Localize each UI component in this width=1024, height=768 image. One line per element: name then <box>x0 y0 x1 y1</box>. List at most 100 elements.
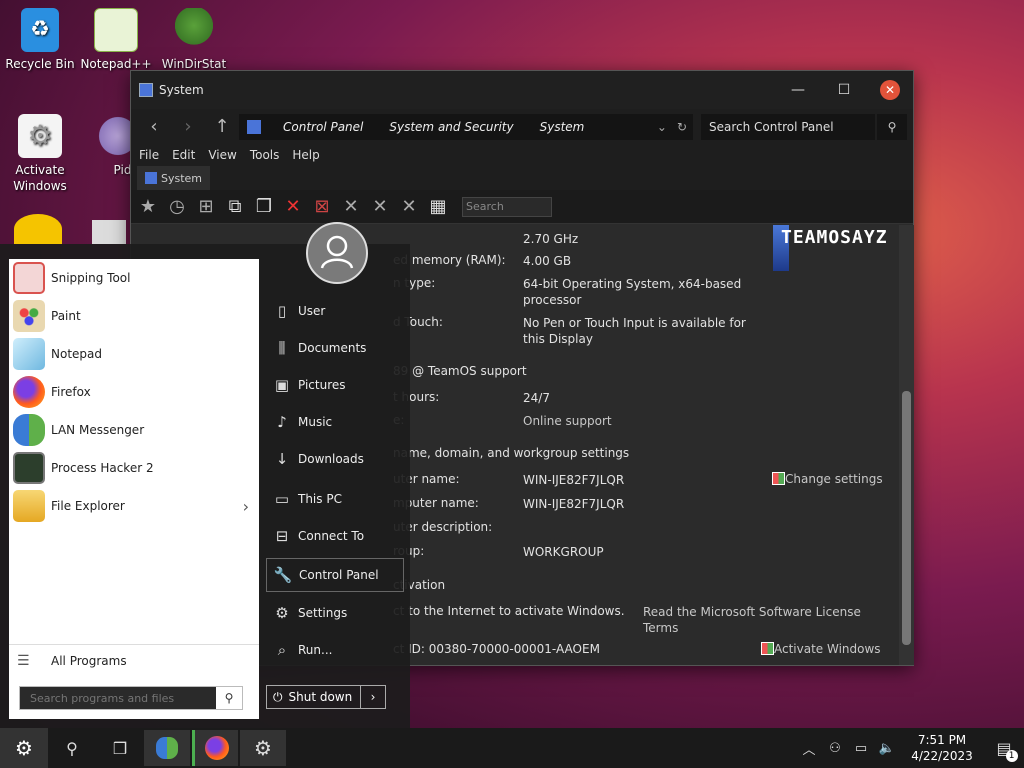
notifications-button[interactable]: ▤ 1 <box>984 728 1024 768</box>
chevron-right-icon[interactable]: › <box>243 497 249 516</box>
forward-button[interactable]: › <box>171 112 205 142</box>
ram-value: 4.00 GB <box>523 254 572 268</box>
search-button[interactable]: ⚲ <box>48 728 96 768</box>
shutdown-options-button[interactable]: › <box>361 690 385 704</box>
full-computer-name-value: WIN-IJE82F7JLQR <box>523 497 625 511</box>
tray-lan-messenger-icon[interactable]: ⚇ <box>822 728 848 768</box>
firefox-icon <box>204 736 229 760</box>
activate-windows-link[interactable]: Activate Windows <box>761 642 881 656</box>
close-right-icon[interactable]: ✕ <box>396 194 422 220</box>
change-settings-link[interactable]: Change settings <box>772 472 883 486</box>
chevron-down-icon[interactable]: ⌄ <box>657 120 667 134</box>
firefox-icon <box>13 376 45 408</box>
program-notepad[interactable]: Notepad <box>9 335 259 373</box>
breadcrumb-system-security[interactable]: System and Security <box>389 120 513 134</box>
program-firefox[interactable]: Firefox <box>9 373 259 411</box>
search-control-panel-input[interactable]: Search Control Panel <box>701 113 875 140</box>
user-avatar[interactable] <box>306 222 368 284</box>
menu-edit[interactable]: Edit <box>172 148 195 162</box>
windows-flag-icon[interactable]: ⊞ <box>193 194 219 220</box>
all-programs-button[interactable]: ☰ All Programs <box>9 644 259 676</box>
library-icon: ⫼ <box>278 339 286 357</box>
close-left-icon[interactable]: ✕ <box>367 194 393 220</box>
start-item-pictures[interactable]: ▣ Pictures <box>266 368 404 402</box>
program-paint[interactable]: Paint <box>9 297 259 335</box>
task-view-button[interactable]: ❒ <box>96 728 144 768</box>
desktop-icon-partial[interactable] <box>14 214 62 244</box>
breadcrumb-system[interactable]: System <box>540 120 585 134</box>
online-support-link[interactable]: Online support <box>523 413 763 429</box>
taskbar-app-firefox[interactable] <box>192 730 238 766</box>
program-file-explorer[interactable]: File Explorer › <box>9 487 259 525</box>
program-search-input[interactable] <box>20 687 216 709</box>
menu-tools[interactable]: Tools <box>250 148 280 162</box>
start-item-control-panel[interactable]: 🔧 Control Panel <box>266 558 404 592</box>
maximize-button[interactable]: ☐ <box>821 71 867 109</box>
desktop-icon-recycle-bin[interactable]: ♻ Recycle Bin <box>0 8 80 72</box>
tab-system[interactable]: System <box>137 166 211 190</box>
close-button[interactable]: ✕ <box>867 71 913 109</box>
breadcrumb[interactable]: Control Panel System and Security System… <box>239 113 693 140</box>
program-lan-messenger[interactable]: LAN Messenger <box>9 411 259 449</box>
start-programs-pane: Snipping Tool Paint Notepad Firefox LAN … <box>9 259 259 719</box>
user-document-icon: ▯ <box>277 302 287 320</box>
title-bar[interactable]: System — ☐ ✕ <box>131 71 913 109</box>
desktop-icon-windirstat[interactable]: WinDirStat <box>154 8 234 72</box>
breadcrumb-icon <box>247 119 261 134</box>
program-snipping-tool[interactable]: Snipping Tool <box>9 259 259 297</box>
taskbar-app-lan-messenger[interactable] <box>144 730 190 766</box>
start-item-settings[interactable]: ⚙ Settings <box>266 596 404 630</box>
close-tab-icon[interactable]: ✕ <box>280 194 306 220</box>
desktop-icon-notepadpp[interactable]: Notepad++ <box>76 8 156 72</box>
desktop-icon-partial-2[interactable] <box>92 220 126 244</box>
toolbar-search-input[interactable]: Search <box>462 196 552 217</box>
scrollbar-thumb[interactable] <box>902 391 911 645</box>
window-title: System <box>159 83 204 97</box>
shutdown-button[interactable]: ⏻ Shut down <box>267 686 361 708</box>
support-hours-value: 24/7 <box>523 391 550 405</box>
refresh-icon[interactable]: ↻ <box>677 120 687 134</box>
minimize-button[interactable]: — <box>775 71 821 109</box>
process-hacker-icon <box>13 452 45 484</box>
close-others-icon[interactable]: ✕ <box>338 194 364 220</box>
menu-help[interactable]: Help <box>292 148 319 162</box>
start-item-connect-to[interactable]: ⊟ Connect To <box>266 519 404 553</box>
network-tray-icon[interactable]: ▭ <box>848 728 874 768</box>
start-item-user[interactable]: ▯ User <box>266 294 404 328</box>
grid-view-icon[interactable]: ▦ <box>425 194 451 220</box>
gear-icon: ⚙ <box>275 604 289 622</box>
tile-windows-icon[interactable]: ⧉ <box>222 194 248 220</box>
processor-speed-value: 2.70 GHz <box>523 232 579 246</box>
vertical-scrollbar[interactable] <box>899 225 914 665</box>
clock[interactable]: 7:51 PM 4/22/2023 <box>900 732 984 764</box>
folder-icon <box>13 490 45 522</box>
breadcrumb-control-panel[interactable]: Control Panel <box>283 120 363 134</box>
search-button[interactable]: ⚲ <box>877 113 907 140</box>
volume-muted-icon[interactable]: 🔈 <box>874 728 900 768</box>
favorites-star-icon[interactable]: ★ <box>135 194 161 220</box>
program-search-button[interactable]: ⚲ <box>216 687 242 709</box>
history-icon[interactable]: ◷ <box>164 194 190 220</box>
show-hidden-icons-button[interactable]: ︿ <box>796 728 822 768</box>
system-window-icon <box>139 83 153 97</box>
start-item-downloads[interactable]: ↓ Downloads <box>266 442 404 476</box>
desktop-icon-activate-windows[interactable]: ⚙ Activate Windows <box>0 114 80 194</box>
close-window-icon[interactable]: ⊠ <box>309 194 335 220</box>
start-item-documents[interactable]: ⫼ Documents <box>266 331 404 365</box>
start-item-music[interactable]: ♪ Music <box>266 405 404 439</box>
task-view-icon: ❒ <box>112 738 128 758</box>
program-process-hacker[interactable]: Process Hacker 2 <box>9 449 259 487</box>
start-button[interactable]: ⚙ <box>0 728 48 768</box>
up-button[interactable]: ↑ <box>205 112 239 142</box>
computer-name-value: WIN-IJE82F7JLQR <box>523 473 625 487</box>
taskbar-app-control-panel[interactable]: ⚙ <box>240 730 286 766</box>
menu-file[interactable]: File <box>139 148 159 162</box>
back-button[interactable]: ‹ <box>137 112 171 142</box>
cascade-windows-icon[interactable]: ❐ <box>251 194 277 220</box>
run-icon: ⌕ <box>277 641 287 659</box>
power-icon: ⏻ <box>273 689 283 704</box>
license-terms-link[interactable]: Read the Microsoft Software License Term… <box>643 604 873 636</box>
start-item-run[interactable]: ⌕ Run... <box>266 633 404 667</box>
menu-view[interactable]: View <box>208 148 236 162</box>
start-item-this-pc[interactable]: ▭ This PC <box>266 482 404 516</box>
